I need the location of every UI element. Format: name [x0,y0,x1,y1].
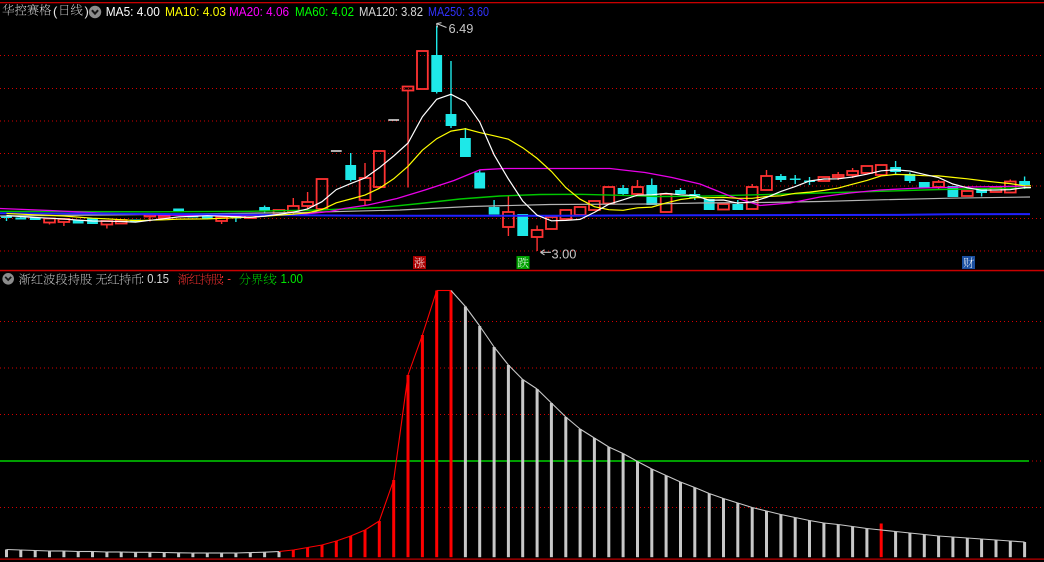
svg-text:MA20: 4.06: MA20: 4.06 [229,4,289,19]
svg-text:(: ( [53,4,58,19]
svg-text:MA60: 4.02: MA60: 4.02 [295,4,354,19]
svg-text:3.00: 3.00 [552,246,577,261]
svg-text:MA5: 4.00: MA5: 4.00 [106,4,160,19]
svg-text:: 1.00: : 1.00 [274,271,303,286]
svg-text:: -: : - [221,271,231,286]
svg-text:MA120: 3.82: MA120: 3.82 [359,4,423,19]
svg-text:): ) [85,4,89,19]
svg-text:6.49: 6.49 [449,21,474,36]
svg-text:MA250: 3.60: MA250: 3.60 [428,4,489,19]
svg-text:: 0.15: : 0.15 [141,271,169,286]
svg-text:MA10: 4.03: MA10: 4.03 [165,4,226,19]
